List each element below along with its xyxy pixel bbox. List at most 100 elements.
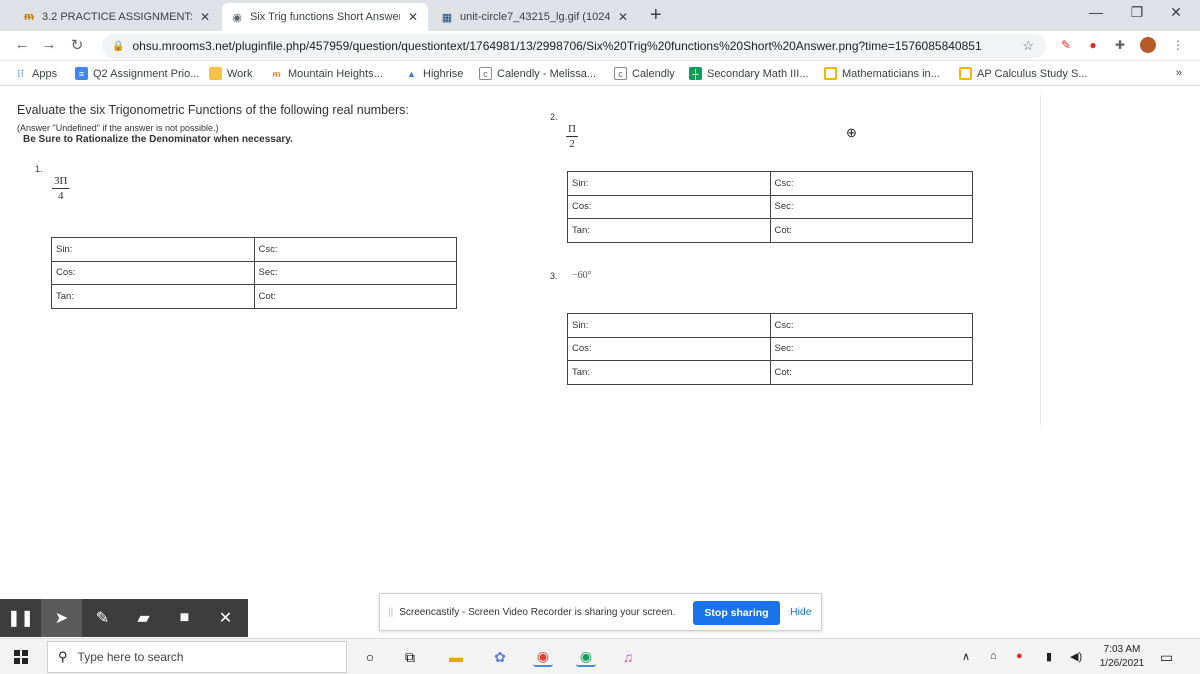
sharing-message: Screencastify - Screen Video Recorder is… <box>399 606 676 618</box>
itunes-icon[interactable]: ♫ <box>618 647 638 667</box>
slides-icon <box>959 67 972 80</box>
cot-cell[interactable]: Cot: <box>253 284 457 309</box>
lock-icon: 🔒 <box>112 40 125 52</box>
bookmark-calendly-melissa[interactable]: c Calendly - Melissa... <box>479 67 596 80</box>
tan-cell[interactable]: Tan: <box>567 218 771 243</box>
csc-cell[interactable]: Csc: <box>769 313 973 338</box>
tab-title: unit-circle7_43215_lg.gif (1024×1 <box>460 11 610 23</box>
taskbar-clock[interactable]: 7:03 AM 1/26/2021 <box>1096 643 1148 671</box>
new-tab-icon[interactable]: + <box>650 5 662 25</box>
sin-cell[interactable]: Sin: <box>51 237 255 262</box>
tab-unit-circle[interactable]: ▦ unit-circle7_43215_lg.gif (1024×1 ✕ <box>432 3 638 31</box>
bookmark-apps[interactable]: ⁝⁝ Apps <box>14 67 57 81</box>
cortana-icon[interactable]: ○ <box>360 647 380 667</box>
pause-icon[interactable]: ❚❚ <box>0 599 41 637</box>
bookmark-calendly[interactable]: c Calendly <box>614 67 675 80</box>
sin-cell[interactable]: Sin: <box>567 313 771 338</box>
profile-avatar[interactable] <box>1140 37 1156 53</box>
question-3-number: 3. <box>550 271 558 281</box>
eraser-icon[interactable]: ▰ <box>123 599 164 637</box>
tray-chevron-icon[interactable]: ∧ <box>962 650 970 663</box>
puzzle-extension-icon[interactable]: ✚ <box>1112 37 1128 53</box>
apps-grid-icon: ⁝⁝ <box>17 68 24 80</box>
classroom-icon: ┼ <box>689 67 702 80</box>
stop-sharing-button[interactable]: Stop sharing <box>693 601 780 625</box>
file-explorer-icon[interactable]: ▬ <box>446 647 466 667</box>
screencastify-toolbar: ❚❚ ➤ ✎ ▰ ■ ✕ <box>0 599 248 637</box>
cos-cell[interactable]: Cos: <box>51 260 255 285</box>
chrome-icon[interactable]: ◉ <box>533 647 553 667</box>
pointer-icon[interactable]: ➤ <box>41 599 82 637</box>
sec-cell[interactable]: Sec: <box>769 336 973 361</box>
back-icon[interactable]: ← <box>13 36 31 53</box>
fraction-numerator: 3Π <box>54 175 68 187</box>
microphone-icon[interactable]: ▮ <box>1046 650 1052 663</box>
bookmark-mountain-heights[interactable]: ᵯ Mountain Heights... <box>270 67 383 80</box>
camera-icon[interactable]: ■ <box>164 599 205 637</box>
mrooms-icon: ᵯ <box>272 68 281 79</box>
paint-icon[interactable]: ✿ <box>490 647 510 667</box>
tan-cell[interactable]: Tan: <box>567 360 771 385</box>
volume-icon[interactable]: ◀) <box>1070 650 1082 663</box>
clock-time: 7:03 AM <box>1103 644 1141 655</box>
page-content: Evaluate the six Trigonometric Functions… <box>0 87 1200 638</box>
windows-start-icon[interactable] <box>14 650 28 664</box>
tray-record-icon[interactable]: ● <box>1016 650 1023 662</box>
forward-icon[interactable]: → <box>40 36 58 53</box>
question-2-table: Sin: Csc: Cos: Sec: Tan: Cot: <box>567 171 973 243</box>
docs-icon: ≡ <box>75 67 88 80</box>
csc-cell[interactable]: Csc: <box>769 171 973 196</box>
bookmark-mathematicians[interactable]: Mathematicians in... <box>824 67 940 80</box>
pen-icon[interactable]: ✎ <box>82 599 123 637</box>
browser-toolbar: ← → ↻ 🔒 ohsu.mrooms3.net/pluginfile.php/… <box>0 31 1200 61</box>
bookmark-ap-calculus[interactable]: AP Calculus Study S... <box>959 67 1087 80</box>
bookmark-highrise[interactable]: ▲ Highrise <box>405 67 463 80</box>
sec-cell[interactable]: Sec: <box>253 260 457 285</box>
question-2-fraction: Π 2 <box>566 123 578 150</box>
pen-extension-icon[interactable]: ✎ <box>1058 37 1074 53</box>
tray-app-icon[interactable]: ⌂ <box>990 650 997 662</box>
cos-cell[interactable]: Cos: <box>567 336 771 361</box>
bookmark-label: Mountain Heights... <box>288 67 383 80</box>
highrise-icon: ▲ <box>407 68 416 79</box>
bookmark-work[interactable]: Work <box>209 67 252 80</box>
fraction-bar <box>52 188 70 189</box>
slides-icon <box>824 67 837 80</box>
menu-icon[interactable]: ⋮ <box>1170 37 1186 53</box>
cot-cell[interactable]: Cot: <box>769 360 973 385</box>
restore-icon[interactable]: ❐ <box>1127 4 1147 21</box>
bookmark-star-icon[interactable]: ☆ <box>1022 38 1034 54</box>
minimize-icon[interactable]: — <box>1086 4 1106 20</box>
bookmark-label: Q2 Assignment Prio... <box>93 67 200 80</box>
chrome-profile-icon[interactable]: ◉ <box>576 647 596 667</box>
task-view-icon[interactable]: ⧉ <box>400 647 420 667</box>
record-extension-icon[interactable]: ● <box>1085 37 1101 53</box>
sin-cell[interactable]: Sin: <box>567 171 771 196</box>
tan-cell[interactable]: Tan: <box>51 284 255 309</box>
address-bar[interactable]: 🔒 ohsu.mrooms3.net/pluginfile.php/457959… <box>102 34 1046 58</box>
bookmark-q2-assignment[interactable]: ≡ Q2 Assignment Prio... <box>75 67 199 80</box>
tab-strip: ᵯ 3.2 PRACTICE ASSIGNMENT: The ✕ ◉ Six T… <box>0 0 1200 31</box>
screen-sharing-bar: || Screencastify - Screen Video Recorder… <box>379 593 822 631</box>
drag-handle-icon[interactable]: || <box>388 607 393 618</box>
close-tab-icon[interactable]: ✕ <box>198 10 212 24</box>
taskbar-search[interactable]: ⚲ Type here to search <box>47 641 347 673</box>
notification-icon[interactable]: ▭ <box>1160 649 1173 666</box>
hide-button[interactable]: Hide <box>790 606 812 618</box>
tab-six-trig-functions[interactable]: ◉ Six Trig functions Short Answer.p ✕ <box>222 3 428 31</box>
cot-cell[interactable]: Cot: <box>769 218 973 243</box>
close-icon[interactable]: ✕ <box>205 599 246 637</box>
sec-cell[interactable]: Sec: <box>769 194 973 219</box>
rationalize-note: Be Sure to Rationalize the Denominator w… <box>23 134 293 145</box>
bookmark-secondary-math[interactable]: ┼ Secondary Math III... <box>689 67 809 80</box>
cos-cell[interactable]: Cos: <box>567 194 771 219</box>
csc-cell[interactable]: Csc: <box>253 237 457 262</box>
close-tab-icon[interactable]: ✕ <box>406 10 420 24</box>
close-window-icon[interactable]: ✕ <box>1166 4 1186 21</box>
instructions-heading: Evaluate the six Trigonometric Functions… <box>17 103 409 117</box>
more-bookmarks-icon[interactable]: » <box>1176 67 1182 79</box>
tab-practice-assignment[interactable]: ᵯ 3.2 PRACTICE ASSIGNMENT: The ✕ <box>14 3 220 31</box>
url-text: ohsu.mrooms3.net/pluginfile.php/457959/q… <box>132 39 982 53</box>
reload-icon[interactable]: ↻ <box>68 36 86 54</box>
close-tab-icon[interactable]: ✕ <box>616 10 630 24</box>
